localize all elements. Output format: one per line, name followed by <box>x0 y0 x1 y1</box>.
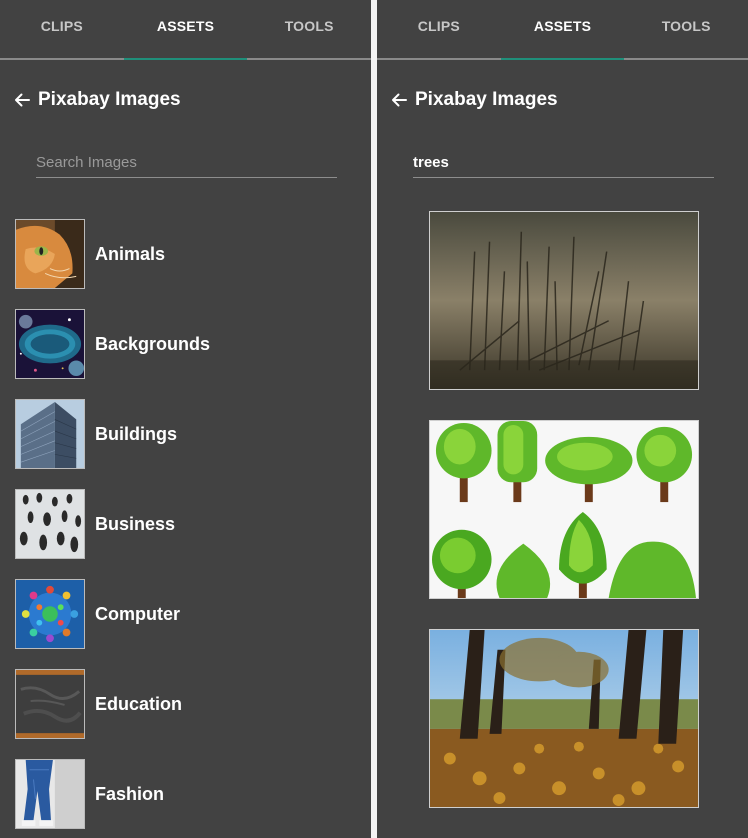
search-input[interactable] <box>413 150 714 178</box>
category-item-buildings[interactable]: Buildings <box>15 399 210 469</box>
category-item-business[interactable]: Business <box>15 489 210 559</box>
category-item-fashion[interactable]: Fashion <box>15 759 210 829</box>
back-arrow-icon[interactable] <box>389 90 409 110</box>
back-arrow-icon[interactable] <box>12 90 32 110</box>
category-label: Education <box>95 693 183 714</box>
active-tab-indicator <box>500 58 625 60</box>
search-field-wrapper <box>413 150 714 178</box>
skyscraper-photo-thumbnail <box>15 399 85 469</box>
active-tab-indicator <box>123 58 248 60</box>
page-title: Pixabay Images <box>415 89 558 110</box>
category-item-backgrounds[interactable]: Backgrounds <box>15 309 210 379</box>
tab-assets[interactable]: ASSETS <box>124 0 248 58</box>
tab-bar: CLIPS ASSETS TOOLS <box>377 0 748 60</box>
category-label: Computer <box>95 603 180 624</box>
category-label: Business <box>95 513 176 534</box>
page-title: Pixabay Images <box>38 89 181 110</box>
category-label: Animals <box>95 243 166 264</box>
jeans-photo-thumbnail <box>15 759 85 829</box>
tab-tools[interactable]: TOOLS <box>624 0 748 58</box>
panel-header: Pixabay Images <box>377 60 748 140</box>
network-icons-photo-thumbnail <box>15 579 85 649</box>
space-photo-thumbnail <box>15 309 85 379</box>
tab-tools[interactable]: TOOLS <box>247 0 371 58</box>
result-image-cartoon-trees[interactable] <box>429 420 699 599</box>
cat-photo-thumbnail <box>15 219 85 289</box>
result-image-autumn-path[interactable] <box>429 629 699 808</box>
category-item-education[interactable]: Education <box>15 669 210 739</box>
search-field-wrapper <box>36 150 337 178</box>
tab-clips[interactable]: CLIPS <box>377 0 501 58</box>
category-list: Animals Backgrounds Buildings Business C… <box>15 219 210 838</box>
category-label: Backgrounds <box>95 333 211 354</box>
search-input[interactable] <box>36 150 337 178</box>
tab-assets[interactable]: ASSETS <box>501 0 625 58</box>
right-assets-panel: CLIPS ASSETS TOOLS Pixabay Images <box>377 0 748 838</box>
panel-header: Pixabay Images <box>0 60 371 140</box>
category-item-animals[interactable]: Animals <box>15 219 210 289</box>
category-label: Fashion <box>95 783 165 804</box>
result-image-misty-trees[interactable] <box>429 211 699 390</box>
left-assets-panel: CLIPS ASSETS TOOLS Pixabay Images Search… <box>0 0 371 838</box>
category-label: Buildings <box>95 423 177 444</box>
tab-bar: CLIPS ASSETS TOOLS <box>0 0 371 60</box>
category-item-computer[interactable]: Computer <box>15 579 210 649</box>
tab-clips[interactable]: CLIPS <box>0 0 124 58</box>
chalkboard-photo-thumbnail <box>15 669 85 739</box>
crowd-photo-thumbnail <box>15 489 85 559</box>
